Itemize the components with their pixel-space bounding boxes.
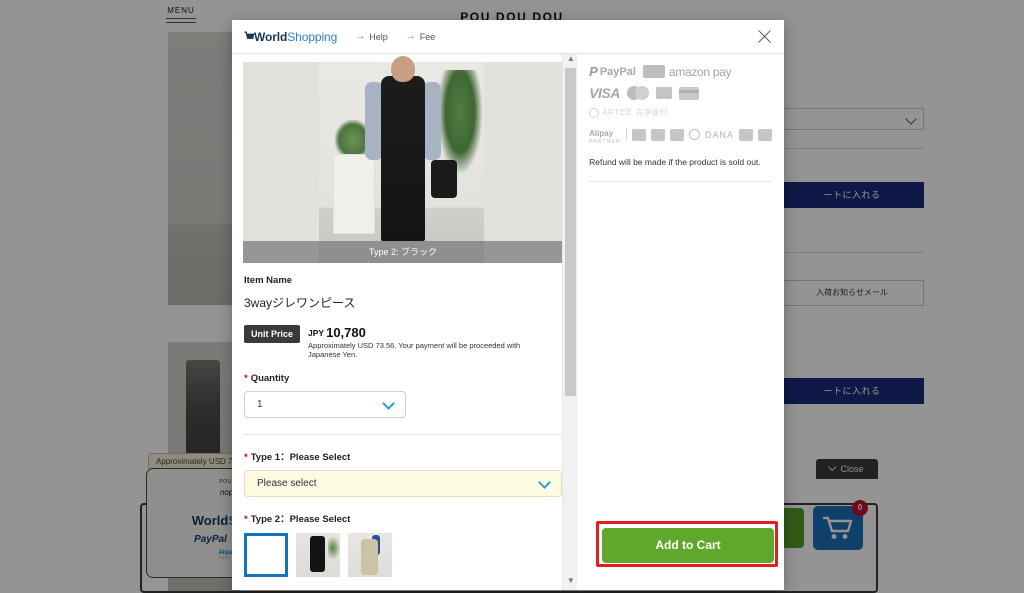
- chevron-down-icon: [382, 397, 395, 410]
- payment-row-paypal-amazon: P PayPal amazon pay: [589, 64, 772, 79]
- divider: [625, 128, 627, 141]
- alipay-wallet-icon-3: [669, 128, 684, 141]
- add-to-cart-button[interactable]: Add to Cart: [602, 528, 774, 563]
- modal-body: Type 2: ブラック Item Name 3wayジレワンピース Unit …: [232, 54, 784, 590]
- product-photo[interactable]: Type 2: ブラック: [243, 56, 563, 263]
- product-photo-inner: [319, 56, 484, 263]
- alipay-wallet-icon-5: [758, 128, 772, 141]
- logo-text-shopping: Shopping: [287, 29, 338, 44]
- screen-root: MENU POU DOU DOU ートに入れる 入荷お知らせメール ートに入れる…: [0, 0, 1024, 593]
- alipay-wallet-icon-2: [650, 128, 665, 141]
- scrollbar-thumb[interactable]: [565, 68, 577, 396]
- unit-price-row: Unit Price JPY 10,780 Approximately USD 7…: [244, 325, 550, 359]
- mastercard-icon: [626, 86, 649, 100]
- price-currency: JPY: [308, 328, 325, 338]
- type-2-label: * Type 2：Please Select: [244, 511, 550, 525]
- amazon-pay-icon: amazon pay: [642, 64, 732, 79]
- amazon-pay-label: pay: [712, 64, 732, 79]
- payment-info-column: P PayPal amazon pay VISA AFTEE 先享後付 Alip…: [577, 54, 784, 590]
- amazon-label: amazon: [668, 64, 710, 79]
- chevron-down-icon: [538, 476, 551, 489]
- model-dress: [381, 76, 425, 241]
- alipay-wallet-icon-4: [739, 128, 753, 141]
- item-name-label: Item Name: [244, 275, 293, 286]
- visa-icon: VISA: [589, 85, 620, 101]
- type-2-thumbnail-black[interactable]: [296, 533, 340, 577]
- type-1-select[interactable]: Please select: [244, 470, 562, 497]
- payment-row-cards: VISA: [589, 85, 772, 101]
- paypal-label: PayPal: [599, 65, 636, 78]
- paypal-p-glyph: P: [589, 64, 598, 79]
- price-value: 10,780: [326, 325, 366, 340]
- divider: [589, 180, 772, 182]
- alipay-icon: Alipay PARTNER: [589, 124, 621, 145]
- help-link-label: Help: [369, 31, 388, 42]
- fee-link-label: Fee: [419, 31, 436, 42]
- arrow-right-icon: →: [405, 31, 416, 42]
- add-to-cart-highlight: Add to Cart: [596, 521, 778, 567]
- modal-scrollbar[interactable]: ▲ ▼: [562, 54, 578, 590]
- help-link[interactable]: → Help: [355, 31, 388, 42]
- product-photo-caption: Type 2: ブラック: [243, 241, 563, 263]
- aftee-label: AFTEE: [602, 108, 633, 117]
- logo-text-world: World: [254, 29, 288, 44]
- quantity-select[interactable]: 1: [244, 391, 406, 418]
- arrow-right-icon: →: [355, 31, 366, 42]
- fee-link[interactable]: → Fee: [406, 31, 436, 42]
- credit-card-icon: [678, 86, 699, 100]
- close-icon[interactable]: [754, 27, 774, 47]
- alipay-partner-label: PARTNER: [589, 139, 621, 145]
- dana-circle-icon: [688, 129, 700, 140]
- type-2-thumbnail-beige[interactable]: [348, 533, 392, 577]
- product-details-column: Type 2: ブラック Item Name 3wayジレワンピース Unit …: [232, 54, 563, 590]
- alipay-label: Alipay: [589, 129, 614, 138]
- unit-price-main: JPY 10,780 Approximately USD 73.56. Your …: [308, 325, 550, 359]
- dana-label: DANA: [704, 129, 734, 140]
- scroll-down-arrow-icon[interactable]: ▼: [563, 576, 578, 590]
- aftee-japanese-label: 先享後付: [635, 108, 668, 117]
- paypal-icon: P PayPal: [589, 64, 636, 79]
- aftee-circle-icon: [589, 107, 600, 118]
- model-bag: [431, 160, 457, 198]
- divider: [244, 434, 562, 435]
- required-asterisk: *: [244, 452, 248, 463]
- type-1-label-text: Type 1：Please Select: [250, 452, 351, 463]
- model-head: [391, 56, 415, 82]
- required-asterisk: *: [244, 514, 248, 525]
- modal-header: World Shopping → Help → Fee: [232, 20, 784, 54]
- price-conversion-note: Approximately USD 73.56. Your payment wi…: [308, 341, 521, 359]
- scroll-up-arrow-icon[interactable]: ▲: [563, 54, 578, 68]
- worldshopping-modal: World Shopping → Help → Fee Type 2: ブラック…: [232, 20, 784, 590]
- quantity-label-text: Quantity: [250, 373, 290, 384]
- model-sleeve-right: [423, 82, 441, 160]
- payment-row-aftee: AFTEE 先享後付: [589, 107, 772, 118]
- type-1-label: * Type 1：Please Select: [244, 449, 550, 463]
- type-2-thumbnail-list: [244, 533, 550, 577]
- stool-decoration: [333, 154, 375, 234]
- payment-row-alipay: Alipay PARTNER DANA: [589, 124, 772, 145]
- refund-note: Refund will be made if the product is so…: [589, 157, 761, 167]
- alipay-wallet-icon-1: [631, 128, 646, 141]
- type-2-label-text: Type 2：Please Select: [250, 514, 351, 525]
- item-name-value: 3wayジレワンピース: [244, 296, 356, 310]
- quantity-label: * Quantity: [244, 373, 550, 384]
- amazon-card-glyph: [642, 65, 665, 78]
- unit-price-badge: Unit Price: [244, 325, 301, 343]
- type-1-select-value: Please select: [257, 478, 317, 489]
- quantity-select-value: 1: [257, 399, 263, 410]
- required-asterisk: *: [244, 373, 248, 384]
- type-2-thumbnail-selected[interactable]: [244, 533, 288, 577]
- worldshopping-logo[interactable]: World Shopping: [244, 30, 337, 44]
- jcb-icon: [655, 87, 672, 99]
- price-amount: JPY 10,780: [308, 325, 550, 340]
- cart-logo-icon: [244, 31, 255, 43]
